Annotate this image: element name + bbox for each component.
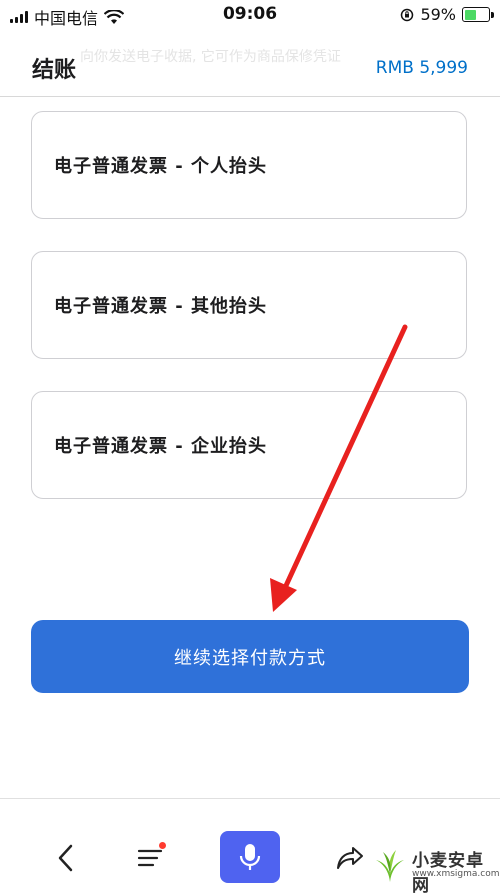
android-logo-icon bbox=[376, 850, 404, 882]
invoice-option-label: 电子普通发票 - 其他抬头 bbox=[54, 296, 268, 317]
invoice-option-label: 电子普通发票 - 个人抬头 bbox=[54, 156, 268, 177]
checkout-header: 向你发送电子收据, 它可作为商品保修凭证 结账 RMB 5,999 bbox=[0, 30, 500, 97]
invoice-option-personal[interactable]: 电子普通发票 - 个人抬头 bbox=[31, 111, 467, 219]
share-button[interactable] bbox=[326, 834, 374, 882]
voice-search-button[interactable] bbox=[220, 831, 280, 883]
battery-level-fill bbox=[464, 9, 477, 20]
page-title: 结账 bbox=[32, 58, 77, 83]
invoice-option-label: 电子普通发票 - 企业抬头 bbox=[54, 436, 268, 457]
invoice-option-company[interactable]: 电子普通发票 - 企业抬头 bbox=[31, 391, 467, 499]
chevron-left-icon bbox=[58, 844, 73, 872]
receipt-note: 向你发送电子收据, 它可作为商品保修凭证 bbox=[80, 49, 341, 65]
battery-percent: 59% bbox=[420, 5, 456, 24]
share-icon bbox=[337, 847, 363, 869]
total-price[interactable]: RMB 5,999 bbox=[376, 58, 468, 78]
bottom-divider bbox=[0, 798, 500, 799]
orientation-lock-icon bbox=[401, 8, 414, 21]
watermark-url: www.xmsigma.com bbox=[412, 869, 500, 879]
menu-icon bbox=[137, 849, 163, 867]
microphone-icon bbox=[239, 844, 261, 870]
invoice-option-other[interactable]: 电子普通发票 - 其他抬头 bbox=[31, 251, 467, 359]
menu-button[interactable] bbox=[126, 834, 174, 882]
status-right: 59% bbox=[400, 5, 494, 24]
continue-payment-button[interactable]: 继续选择付款方式 bbox=[31, 620, 469, 693]
battery-icon bbox=[462, 7, 494, 22]
notification-dot bbox=[159, 842, 166, 849]
status-bar: 中国电信 09:06 59% bbox=[0, 0, 500, 30]
site-watermark: 小麦安卓网 www.xmsigma.com bbox=[370, 842, 500, 896]
back-button[interactable] bbox=[42, 834, 90, 882]
